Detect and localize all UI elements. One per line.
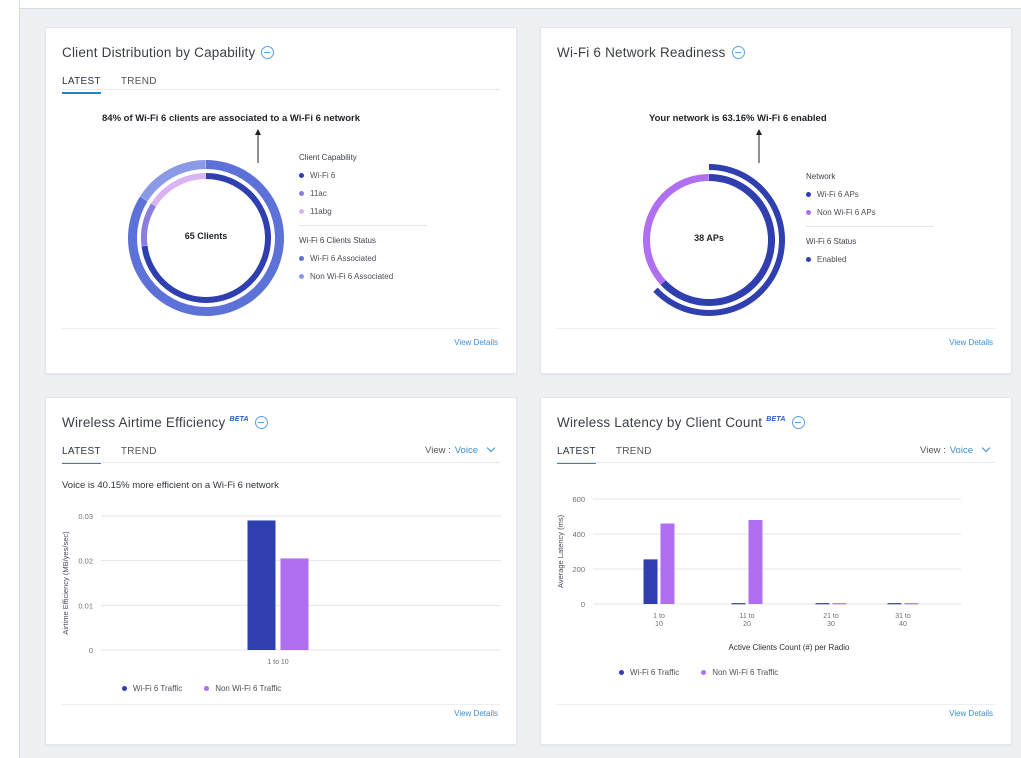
x-tick-label: 40 <box>899 621 907 628</box>
legend-dot <box>701 670 707 675</box>
legend-title: Wi-Fi 6 Status <box>806 237 857 246</box>
legend-item-wifi6: Wi-Fi 6 <box>299 171 427 180</box>
airtime-efficiency-card: Wireless Airtime Efficiency BETA LATEST T… <box>45 397 517 745</box>
y-axis-label: Airtime Efficiency (MB/yes/sec) <box>61 531 70 635</box>
legend-dot <box>806 192 811 197</box>
y-tick-label: 0 <box>581 600 585 609</box>
legend-item-11ac: 11ac <box>299 189 427 198</box>
x-tick-label: 21 to <box>823 613 839 620</box>
bar-wi-fi-6-traffic <box>887 603 902 605</box>
status-slice <box>140 160 206 202</box>
legend-divider <box>806 226 934 227</box>
divider <box>62 704 500 705</box>
legend-item-non-wifi6-traffic: Non Wi-Fi 6 Traffic <box>701 668 778 677</box>
bar-non-wi-fi-6-traffic <box>904 603 919 605</box>
airtime-bar-chart: 0.03 0.02 0.01 0 1 to 10 Airtime Efficiency (… <box>61 512 501 666</box>
x-tick-label: 20 <box>743 621 751 628</box>
y-tick-label: 0.03 <box>78 512 93 521</box>
network-slice <box>643 174 709 285</box>
network-readiness-donut <box>643 129 785 316</box>
legend-item-wifi6-traffic: Wi-Fi 6 Traffic <box>122 684 182 693</box>
legend-dot <box>204 686 210 691</box>
y-tick-label: 400 <box>572 530 585 539</box>
x-tick-label: 1 to 10 <box>267 659 289 666</box>
donut-center-label: 65 Clients <box>184 231 228 241</box>
y-tick-label: 600 <box>572 495 585 504</box>
x-tick-label: 30 <box>827 621 835 628</box>
legend-item-enabled: Enabled <box>806 255 934 264</box>
legend-item-non-wifi6-associated: Non Wi-Fi 6 Associated <box>299 272 427 281</box>
x-tick-label: 10 <box>655 621 663 628</box>
divider <box>557 328 995 329</box>
bar-non-wi-fi-6-traffic <box>280 558 309 650</box>
x-tick-label: 11 to <box>739 613 754 620</box>
view-details-link[interactable]: View Details <box>454 709 498 718</box>
view-details-link[interactable]: View Details <box>949 709 993 718</box>
y-tick-label: 0 <box>89 646 93 655</box>
donut-center-label: 38 APs <box>694 233 724 243</box>
bar-wi-fi-6-traffic <box>247 520 276 650</box>
x-tick-label: 31 to <box>895 613 911 620</box>
pointer-arrow <box>255 129 261 135</box>
legend-item-non-wifi6-aps: Non Wi-Fi 6 APs <box>806 208 934 217</box>
legend-item-wifi6-traffic: Wi-Fi 6 Traffic <box>619 668 679 677</box>
view-details-link[interactable]: View Details <box>454 338 498 347</box>
legend-title: Wi-Fi 6 Clients Status <box>299 236 376 245</box>
legend-divider <box>299 225 427 226</box>
donut-legend: Network Wi-Fi 6 APs Non Wi-Fi 6 APs Wi-F… <box>806 172 934 273</box>
bar-non-wi-fi-6-traffic <box>748 520 763 604</box>
bar-wi-fi-6-traffic <box>731 603 746 605</box>
legend-dot <box>806 210 811 215</box>
legend-item-11abg: 11abg <box>299 207 427 216</box>
legend-title: Client Capability <box>299 153 357 162</box>
client-distribution-card: Client Distribution by Capability LATEST… <box>45 27 517 374</box>
latency-card: Wireless Latency by Client Count BETA LAT… <box>540 397 1012 745</box>
legend-dot <box>299 191 304 196</box>
legend-dot <box>619 670 624 675</box>
bar-non-wi-fi-6-traffic <box>660 523 675 604</box>
legend-dot <box>299 274 304 279</box>
chart-legend: Wi-Fi 6 Traffic Non Wi-Fi 6 Traffic <box>619 668 778 677</box>
y-tick-label: 0.01 <box>78 601 93 610</box>
y-axis-label: Average Latency (ms) <box>556 514 565 588</box>
legend-dot <box>299 256 304 261</box>
view-details-link[interactable]: View Details <box>949 338 993 347</box>
legend-dot <box>806 257 811 262</box>
divider <box>557 704 995 705</box>
legend-item-wifi6-aps: Wi-Fi 6 APs <box>806 190 934 199</box>
legend-dot <box>122 686 127 691</box>
network-readiness-card: Wi-Fi 6 Network Readiness Your network i… <box>540 27 1012 374</box>
legend-dot <box>299 173 304 178</box>
client-distribution-donut <box>128 129 284 316</box>
divider <box>62 328 500 329</box>
legend-item-wifi6-associated: Wi-Fi 6 Associated <box>299 254 427 263</box>
window-left-edge <box>0 0 20 758</box>
bar-wi-fi-6-traffic <box>815 603 830 605</box>
legend-title: Network <box>806 172 836 181</box>
x-tick-label: 1 to <box>653 613 665 620</box>
legend-dot <box>299 209 304 214</box>
bar-wi-fi-6-traffic <box>643 559 658 604</box>
window-top-edge <box>0 0 1021 9</box>
bar-non-wi-fi-6-traffic <box>832 603 847 605</box>
latency-bar-chart: 600 400 200 0 1 to10 11 to20 21 to30 31 to40 Ave… <box>556 495 961 652</box>
pointer-arrow <box>756 129 762 135</box>
donut-legend: Client Capability Wi-Fi 6 11ac 11abg Wi-… <box>299 153 427 290</box>
capability-slice <box>141 203 157 247</box>
chart-legend: Wi-Fi 6 Traffic Non Wi-Fi 6 Traffic <box>122 684 281 693</box>
y-tick-label: 0.02 <box>78 557 93 566</box>
x-axis-label: Active Clients Count (#) per Radio <box>729 643 850 652</box>
legend-item-non-wifi6-traffic: Non Wi-Fi 6 Traffic <box>204 684 281 693</box>
y-tick-label: 200 <box>572 565 585 574</box>
